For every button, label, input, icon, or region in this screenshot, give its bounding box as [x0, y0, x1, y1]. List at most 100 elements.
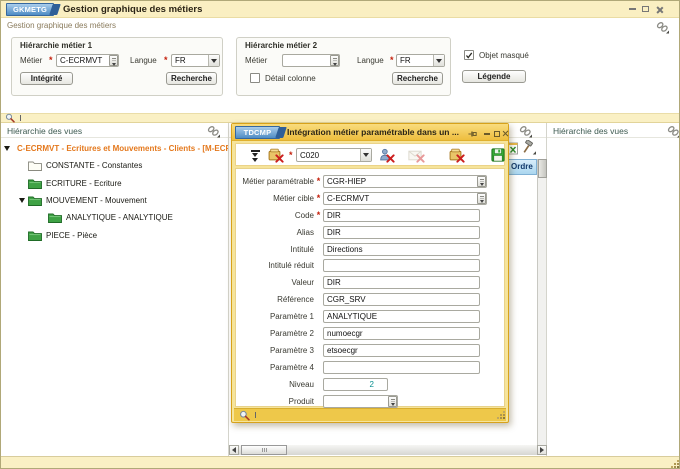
- pin-icon[interactable]: [468, 129, 477, 138]
- group2-langue-select[interactable]: FR: [396, 54, 445, 67]
- folder-icon: [28, 160, 42, 171]
- spinner-button[interactable]: [477, 193, 486, 204]
- legende-button[interactable]: Légende: [462, 70, 526, 83]
- status-bar: Ligne : 1 / 0: [1, 456, 680, 469]
- dialog-close-icon[interactable]: [501, 129, 510, 138]
- parametre1-input[interactable]: [323, 310, 480, 323]
- scroll-left-icon[interactable]: [229, 445, 239, 455]
- field-label: Paramètre 1: [238, 312, 314, 321]
- parametre3-input[interactable]: [323, 344, 480, 357]
- field-label: Produit: [238, 397, 314, 406]
- tools-hammer-icon[interactable]: [521, 140, 536, 155]
- scrollbar-thumb[interactable]: [241, 445, 287, 455]
- scrollbar-thumb[interactable]: [538, 159, 547, 178]
- search-icon: [5, 113, 15, 123]
- field-label: Alias: [238, 228, 314, 237]
- parametre2-input[interactable]: [323, 327, 480, 340]
- form-row: Produit: [238, 393, 502, 410]
- form-row: Métier cible: [238, 190, 502, 207]
- dialog-title: Intégration métier paramétrable dans un …: [287, 127, 467, 137]
- field-label: Valeur: [238, 278, 314, 287]
- required-marker: [314, 176, 323, 186]
- dropdown-arrow-icon[interactable]: [208, 55, 219, 66]
- link-chain-icon[interactable]: [667, 125, 680, 138]
- group1-langue-value: FR: [172, 56, 208, 65]
- quick-search-bar[interactable]: [1, 113, 680, 123]
- form-row: Code: [238, 207, 502, 224]
- code-input[interactable]: [323, 209, 480, 222]
- spinner-button[interactable]: [109, 55, 118, 66]
- delete-record-icon[interactable]: [268, 148, 281, 161]
- detail-colonne-checkbox[interactable]: [250, 73, 260, 83]
- group1-metier-label: Métier: [20, 56, 42, 65]
- intitule-reduit-input[interactable]: [323, 259, 480, 272]
- tree-item-label: C-ECRMVT - Ecritures et Mouvements - Cli…: [17, 144, 228, 153]
- tree-expander-icon[interactable]: [4, 146, 10, 151]
- horizontal-scrollbar[interactable]: [229, 445, 547, 455]
- spinner-button[interactable]: [477, 176, 486, 187]
- group2-metier-field-wrap: [282, 54, 340, 67]
- link-chain-icon[interactable]: [519, 125, 532, 138]
- check-icon: [465, 51, 473, 60]
- group1-recherche-button[interactable]: Recherche: [166, 72, 217, 85]
- dialog-form: Métier paramétrable Métier cible Code Al…: [235, 168, 505, 407]
- tree-item[interactable]: ANALYTIQUE - ANALYTIQUE: [1, 209, 228, 226]
- dialog-maximize-icon[interactable]: [492, 129, 501, 138]
- link-chain-icon[interactable]: [656, 21, 669, 34]
- folder-icon: [48, 212, 62, 223]
- tree-item-label: PIECE - Pièce: [46, 231, 97, 240]
- breadcrumb: Gestion graphique des métiers: [7, 21, 116, 30]
- required-marker: *: [164, 55, 168, 65]
- delete-archive-icon[interactable]: [449, 148, 462, 161]
- search-icon: [239, 410, 250, 421]
- dialog-search-bar[interactable]: [234, 408, 506, 421]
- maximize-icon[interactable]: [640, 4, 650, 14]
- group1-langue-select[interactable]: FR: [171, 54, 220, 67]
- link-chain-icon[interactable]: [207, 125, 220, 138]
- dialog-minimize-icon[interactable]: [482, 129, 491, 138]
- tree-item-label: ECRITURE - Ecriture: [46, 179, 122, 188]
- dialog-titlebar[interactable]: TDCMP Intégration métier paramétrable da…: [232, 124, 508, 141]
- toolbar-combo[interactable]: C020: [296, 148, 372, 162]
- form-row: Intitulé: [238, 241, 502, 258]
- vertical-scrollbar[interactable]: [537, 159, 546, 446]
- minimize-icon[interactable]: [627, 4, 637, 14]
- dropdown-arrow-icon[interactable]: [433, 55, 444, 66]
- tree-item[interactable]: C-ECRMVT - Ecritures et Mouvements - Cli…: [1, 140, 228, 157]
- dialog-tdcmp: TDCMP Intégration métier paramétrable da…: [231, 123, 509, 423]
- alias-input[interactable]: [323, 226, 480, 239]
- valeur-input[interactable]: [323, 276, 480, 289]
- tree-item[interactable]: MOUVEMENT - Mouvement: [1, 192, 228, 209]
- close-icon[interactable]: [654, 4, 664, 14]
- dropdown-arrow-icon[interactable]: [360, 149, 371, 161]
- tree-item[interactable]: CONSTANTE - Constantes: [1, 157, 228, 174]
- delete-user-icon[interactable]: [379, 148, 392, 161]
- reference-input[interactable]: [323, 293, 480, 306]
- save-icon[interactable]: [491, 148, 505, 162]
- tree-expander-icon[interactable]: [19, 198, 25, 203]
- spinner-button[interactable]: [330, 55, 339, 66]
- dialog-toolbar: * C020: [235, 143, 505, 166]
- metier-cible-input[interactable]: [323, 192, 487, 205]
- required-marker: *: [390, 55, 394, 65]
- tree-item[interactable]: ECRITURE - Ecriture: [1, 175, 228, 192]
- group2-title: Hiérarchie métier 2: [245, 41, 317, 50]
- objet-masque-checkbox[interactable]: [464, 50, 474, 60]
- integrite-button[interactable]: Intégrité: [20, 72, 73, 85]
- parametre4-input[interactable]: [323, 361, 480, 374]
- metier-parametrable-input[interactable]: [323, 175, 487, 188]
- field-label: Paramètre 3: [238, 346, 314, 355]
- form-row: Métier paramétrable: [238, 173, 502, 190]
- spinner-button[interactable]: [388, 396, 397, 407]
- collapse-all-icon[interactable]: [242, 144, 258, 164]
- intitule-input[interactable]: [323, 243, 480, 256]
- scroll-right-icon[interactable]: [537, 445, 547, 455]
- resize-grip[interactable]: [671, 460, 679, 468]
- resize-grip[interactable]: [497, 411, 505, 419]
- field-label: Code: [238, 211, 314, 220]
- form-row: Paramètre 4: [238, 359, 502, 376]
- group2-recherche-button[interactable]: Recherche: [392, 72, 443, 85]
- niveau-input[interactable]: [323, 378, 388, 391]
- tree-item[interactable]: PIECE - Pièce: [1, 227, 228, 244]
- produit-input[interactable]: [323, 395, 398, 408]
